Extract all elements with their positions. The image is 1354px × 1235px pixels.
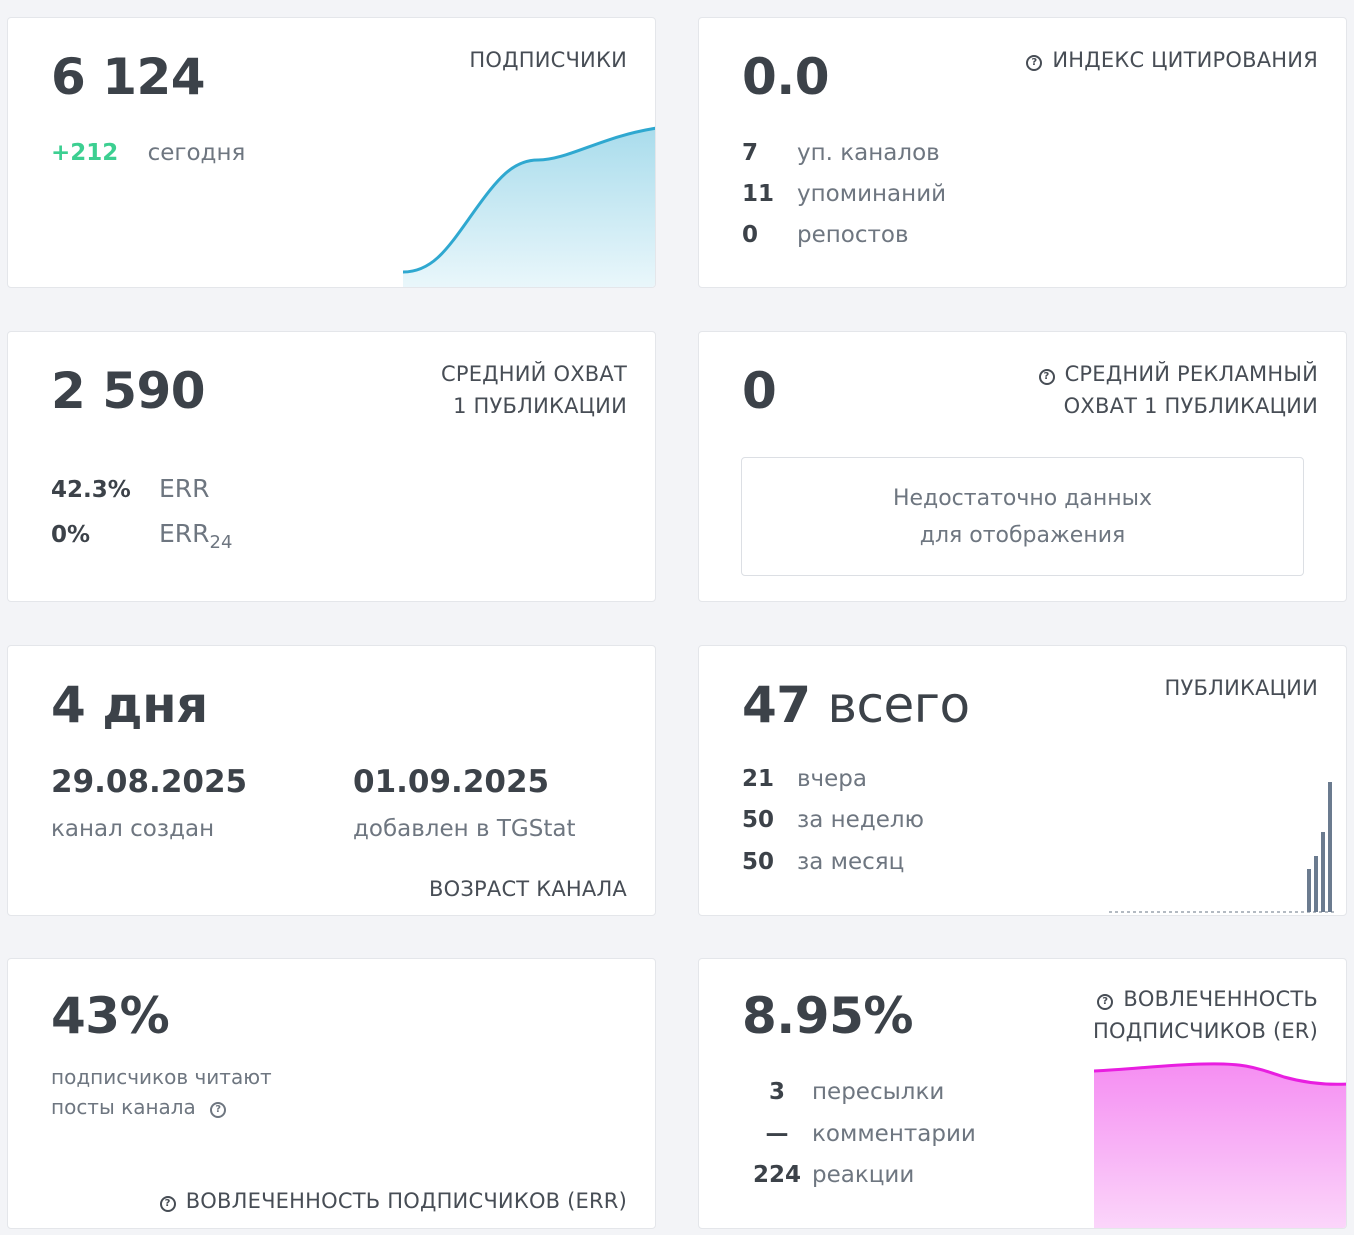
posts-row-label: за неделю [797,807,924,833]
er-row-num: — [765,1121,789,1147]
er-caption: ? ВОВЛЕЧЕННОСТЬ ПОДПИСЧИКОВ (ER) [1093,983,1318,1047]
posts-bar [1307,869,1311,912]
citation-row-reposts: 0 репостов [742,220,909,250]
citation-row-mentions: 11 упоминаний [742,179,946,209]
citation-row-label: упоминаний [797,181,947,207]
created-label: канал создан [51,816,215,842]
citation-row-num: 7 [742,140,759,166]
err-readers-line2: посты канала [51,1095,196,1119]
posts-bar-chart [1109,782,1335,913]
citation-row-label: уп. каналов [797,140,940,166]
citation-row-channels: 7 уп. каналов [742,138,940,168]
er-row-num: 224 [752,1162,801,1188]
er-sparkline [1094,1062,1346,1228]
reach-err24-value: 0% [51,522,91,548]
added-label: добавлен в TGStat [353,816,576,842]
posts-total-num: 47 [742,676,811,734]
question-circle-icon[interactable]: ? [159,1196,176,1212]
added-date: 01.09.2025 [353,764,550,800]
subscribers-delta-label: сегодня [147,140,246,166]
er-row-num: 3 [768,1079,785,1105]
er-row-label: реакции [812,1162,915,1188]
err-readers-caption-text: ВОВЛЕЧЕННОСТЬ ПОДПИСЧИКОВ (ERR) [185,1189,627,1213]
er-row-comments: — комментарии [742,1119,976,1149]
posts-row-label: за месяц [797,849,905,875]
citation-row-label: репостов [797,222,909,248]
reach-caption: СРЕДНИЙ ОХВАТ 1 ПУБЛИКАЦИИ [441,358,627,422]
ad-reach-caption-line2: ОХВАТ 1 ПУБЛИКАЦИИ [1063,394,1318,418]
posts-caption: ПУБЛИКАЦИИ [1164,676,1318,700]
reach-card[interactable]: 2 590 СРЕДНИЙ ОХВАТ 1 ПУБЛИКАЦИИ 42.3% ER… [7,331,656,602]
er-row-reactions: 224 реакции [742,1160,914,1190]
citation-row-num: 11 [742,181,775,207]
ad-reach-card[interactable]: 0 ? СРЕДНИЙ РЕКЛАМНЫЙ ОХВАТ 1 ПУБЛИКАЦИИ … [698,331,1347,602]
posts-row-month: 50 за месяц [742,847,904,877]
err-readers-line2-wrap: посты канала ? [51,1095,236,1119]
question-circle-icon[interactable]: ? [210,1102,227,1118]
posts-bar [1314,856,1318,912]
posts-row-num: 50 [742,849,775,875]
citation-card[interactable]: 0.0 ? ИНДЕКС ЦИТИРОВАНИЯ 7 уп. каналов 11 у… [698,17,1347,288]
err-readers-line1: подписчиков читают [51,1065,272,1089]
subscribers-count: 6 124 [51,48,206,106]
posts-row-num: 50 [742,807,775,833]
posts-row-week: 50 за неделю [742,805,924,835]
reach-err-row: 42.3% ERR [51,474,210,505]
empty-data-box: Недостаточно данных для отображения [741,457,1304,576]
ad-reach-caption-line1: СРЕДНИЙ РЕКЛАМНЫЙ [1064,362,1318,386]
er-caption-line1: ВОВЛЕЧЕННОСТЬ [1123,987,1318,1011]
posts-row-label: вчера [797,766,867,792]
citation-caption-text: ИНДЕКС ЦИТИРОВАНИЯ [1052,48,1318,72]
question-circle-icon[interactable]: ? [1038,369,1055,385]
reach-err-value: 42.3% [51,477,131,503]
err-readers-caption: ? ВОВЛЕЧЕННОСТЬ ПОДПИСЧИКОВ (ERR) [159,1185,627,1217]
empty-data-line2: для отображения [919,523,1126,548]
er-area [1094,1063,1346,1228]
posts-bar [1328,782,1332,912]
reach-caption-line1: СРЕДНИЙ ОХВАТ [440,362,627,386]
posts-bar [1321,832,1325,912]
question-circle-icon[interactable]: ? [1026,55,1043,71]
reach-err-label: ERR [159,474,210,503]
subscribers-delta-row: +212 сегодня [51,138,245,168]
question-circle-icon[interactable]: ? [1097,994,1114,1010]
er-card[interactable]: 8.95% ? ВОВЛЕЧЕННОСТЬ ПОДПИСЧИКОВ (ER) 3 п… [698,958,1347,1229]
age-value: 4 дня [51,676,208,734]
created-date: 29.08.2025 [51,764,248,800]
ad-reach-caption: ? СРЕДНИЙ РЕКЛАМНЫЙ ОХВАТ 1 ПУБЛИКАЦИИ [1038,358,1318,422]
err-readers-card[interactable]: 43% подписчиков читают посты канала ? ? В… [7,958,656,1229]
er-row-label: пересылки [812,1079,945,1105]
citation-caption: ? ИНДЕКС ЦИТИРОВАНИЯ [1026,44,1318,76]
reach-err24-row: 0% ERR24 [51,519,232,558]
er-caption-line2: ПОДПИСЧИКОВ (ER) [1093,1019,1318,1043]
age-caption: ВОЗРАСТ КАНАЛА [429,877,627,901]
age-card[interactable]: 4 дня 29.08.2025 канал создан 01.09.2025… [7,645,656,916]
subscribers-area [403,128,655,287]
subscribers-sparkline [403,126,655,287]
posts-total-word: всего [827,676,971,734]
reach-caption-line2: 1 ПУБЛИКАЦИИ [453,394,627,418]
ad-reach-value: 0 [742,362,777,420]
reach-err24-label: ERR [159,519,210,548]
citation-value: 0.0 [742,48,830,106]
subscribers-card[interactable]: 6 124 ПОДПИСЧИКИ +212 сегодня [7,17,656,288]
err-readers-value: 43% [51,987,170,1045]
reach-err24-sub: 24 [209,531,233,553]
er-row-forwards: 3 пересылки [742,1077,944,1107]
subscribers-delta: +212 [51,140,119,166]
posts-card[interactable]: 47 всего ПУБЛИКАЦИИ 21 вчера 50 за неделю … [698,645,1347,916]
subscribers-caption: ПОДПИСЧИКИ [469,48,627,72]
empty-data-line1: Недостаточно данных [892,486,1153,511]
er-value: 8.95% [742,987,913,1045]
reach-value: 2 590 [51,362,206,420]
citation-row-num: 0 [742,222,759,248]
posts-total: 47 всего [742,680,970,730]
posts-row-num: 21 [742,766,775,792]
posts-row-yesterday: 21 вчера [742,764,867,794]
er-row-label: комментарии [812,1121,976,1147]
